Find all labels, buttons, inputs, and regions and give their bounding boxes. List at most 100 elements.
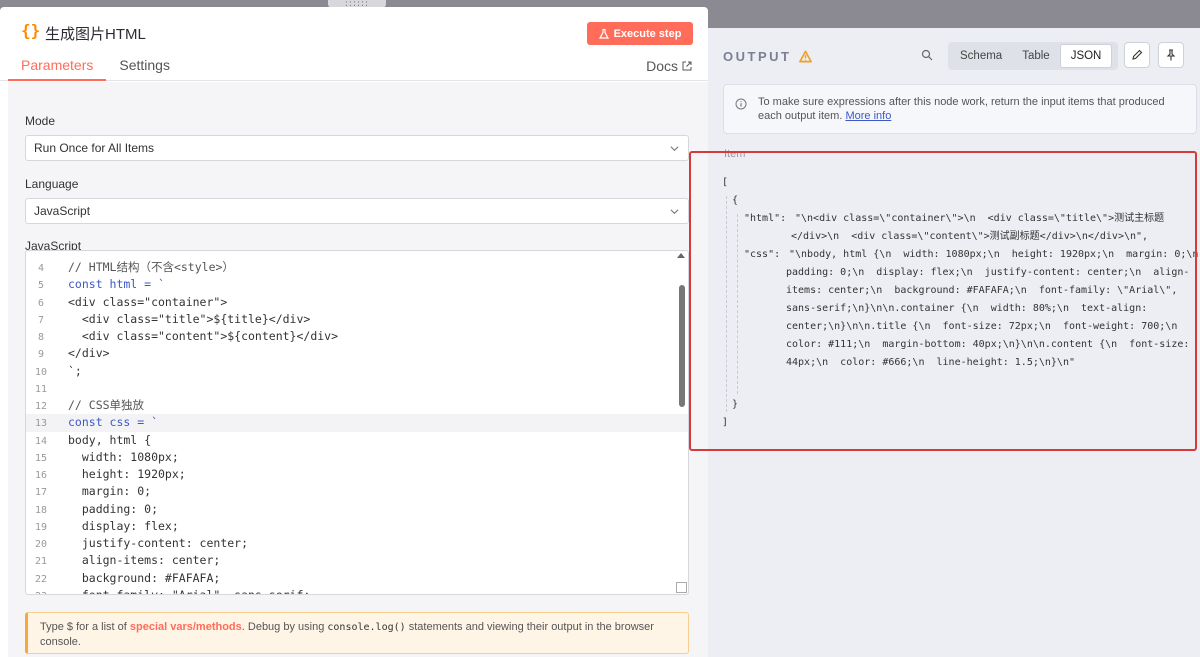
view-schema[interactable]: Schema (950, 44, 1012, 68)
code-text: <div class="title">${title}</div> (68, 311, 311, 326)
line-number: 20 (34, 539, 48, 550)
tab-parameters[interactable]: Parameters (8, 57, 107, 81)
view-table[interactable]: Table (1012, 44, 1060, 68)
line-number: 19 (34, 521, 48, 533)
line-number: 4 (37, 263, 45, 274)
code-text: const css = ` (68, 415, 159, 430)
code-line[interactable]: 14 body, html { (26, 432, 688, 449)
code-line[interactable]: 23 font-family: "Arial", sans-serif; (26, 587, 688, 595)
execute-step-label: Execute step (613, 27, 682, 40)
code-line[interactable]: 4 // HTML结构（不含<style>） (26, 259, 688, 276)
code-text: display: flex; (68, 518, 179, 533)
code-text: <div class="container"> (68, 294, 228, 309)
language-value: JavaScript (34, 204, 91, 218)
code-line[interactable]: 12 // CSS单独放 (26, 397, 688, 414)
docs-label: Docs (646, 58, 678, 74)
line-number: 8 (37, 332, 45, 343)
code-text: font-family: "Arial", sans-serif; (68, 587, 311, 595)
mode-label: Mode (25, 114, 56, 128)
output-title: OUTPUT (723, 49, 813, 64)
code-line[interactable]: 5 const html = ` (26, 276, 688, 293)
code-text: // HTML结构（不含<style>） (68, 260, 234, 274)
edit-output-button[interactable] (1124, 42, 1150, 68)
line-number: 17 (34, 487, 48, 499)
code-line[interactable]: 8 <div class="content">${content}</div> (26, 328, 688, 345)
code-text: <div class="content">${content}</div> (68, 329, 339, 343)
mode-value: Run Once for All Items (34, 141, 155, 155)
code-text: </div> (68, 346, 110, 361)
search-icon[interactable] (921, 49, 933, 61)
line-number: 23 (26, 588, 56, 594)
more-info-link[interactable]: More info (845, 110, 891, 122)
view-json[interactable]: JSON (1059, 44, 1113, 68)
chevron-down-icon (670, 209, 679, 215)
code-text: `; (68, 363, 82, 378)
output-notice: To make sure expressions after this node… (723, 84, 1197, 134)
code-text: width: 1080px; (68, 449, 179, 464)
mode-select[interactable]: Run Once for All Items (25, 135, 689, 161)
line-number: 15 (34, 452, 48, 464)
code-line[interactable]: 18 padding: 0; (26, 501, 688, 518)
line-number: 9 (37, 349, 45, 361)
pin-icon (1166, 49, 1176, 61)
tab-settings[interactable]: Settings (106, 57, 183, 81)
code-line[interactable]: 17 margin: 0; (26, 483, 688, 500)
execute-step-button[interactable]: Execute step (587, 22, 693, 45)
parameters-body: Mode Run Once for All Items Language Jav… (8, 82, 708, 657)
code-line[interactable]: 13 const css = ` (26, 414, 688, 432)
code-line[interactable]: 20 justify-content: center; (26, 535, 688, 552)
pencil-icon (1132, 49, 1143, 60)
code-line[interactable]: 10 `; (26, 363, 688, 380)
code-lines: 4 // HTML结构（不含<style>） 5 const html = ` 6 <di… (26, 259, 688, 595)
code-text: align-items: center; (68, 553, 221, 568)
code-hint: Type $ for a list of special vars/method… (25, 612, 689, 654)
line-number: 7 (37, 314, 45, 326)
language-select[interactable]: JavaScript (25, 198, 689, 224)
hint-text-2: . Debug by using (241, 621, 328, 633)
code-editor[interactable]: 4 // HTML结构（不含<style>） 5 const html = ` 6 <di… (25, 250, 689, 595)
code-line[interactable]: 15 width: 1080px; (26, 449, 688, 466)
hint-text-1: Type $ for a list of (40, 621, 130, 633)
special-vars-link[interactable]: special vars/methods (130, 621, 242, 633)
code-line[interactable]: 7 <div class="title">${title}</div> (26, 311, 688, 328)
panel-header: {} 生成图片HTML Execute step Parameters Sett… (0, 7, 708, 81)
code-text: justify-content: center; (68, 536, 249, 550)
code-text: const html = ` (68, 277, 165, 292)
line-number: 10 (34, 366, 48, 378)
code-text: background: #FAFAFA; (68, 570, 221, 585)
code-braces-icon: {} (21, 21, 41, 40)
code-line[interactable]: 16 height: 1920px; (26, 466, 688, 483)
language-label: Language (25, 177, 79, 191)
panel-tabs: Parameters Settings (8, 57, 183, 81)
node-parameters-panel: {} 生成图片HTML Execute step Parameters Sett… (0, 7, 708, 657)
console-log-code: console.log() (327, 622, 406, 633)
code-line[interactable]: 19 display: flex; (26, 518, 688, 535)
line-number: 13 (34, 418, 48, 430)
line-number: 18 (34, 504, 48, 516)
code-line[interactable]: 11 (26, 380, 688, 397)
info-icon (735, 98, 747, 110)
line-number: 11 (34, 383, 48, 395)
external-link-icon (682, 61, 692, 71)
code-text: height: 1920px; (68, 467, 186, 481)
code-text: padding: 0; (68, 501, 159, 516)
docs-link[interactable]: Docs (646, 58, 692, 74)
warning-icon (799, 50, 813, 63)
pin-output-button[interactable] (1158, 42, 1184, 68)
line-number: 6 (37, 297, 45, 309)
line-number: 22 (34, 573, 48, 585)
code-line[interactable]: 6 <div class="container"> (26, 294, 688, 311)
chevron-down-icon (670, 146, 679, 152)
node-title[interactable]: 生成图片HTML (45, 23, 146, 44)
resize-handle[interactable] (676, 582, 687, 593)
code-line[interactable]: 9 </div> (26, 345, 688, 362)
code-line[interactable]: 22 background: #FAFAFA; (26, 570, 688, 587)
line-number: 5 (37, 280, 45, 292)
editor-scrollbar[interactable] (679, 285, 685, 407)
scroll-up-arrow[interactable] (677, 253, 685, 258)
highlight-annotation-box (689, 151, 1197, 451)
code-line[interactable]: 21 align-items: center; (26, 552, 688, 569)
code-text: margin: 0; (68, 484, 152, 499)
line-number: 16 (34, 470, 48, 481)
line-number: 12 (34, 401, 48, 412)
